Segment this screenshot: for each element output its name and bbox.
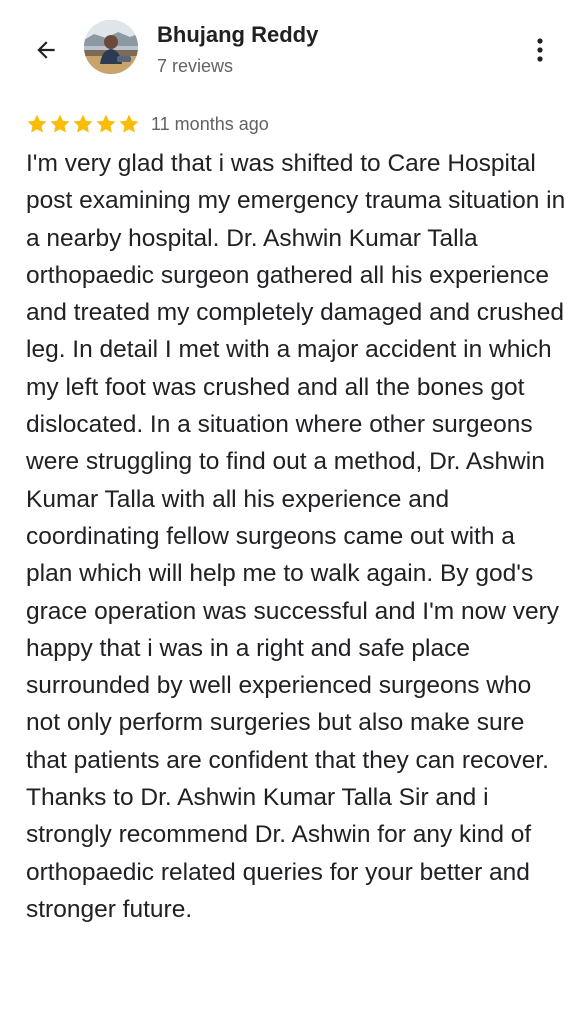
- review-time: 11 months ago: [151, 113, 269, 134]
- star-icon: [27, 114, 47, 133]
- star-rating: [26, 113, 141, 135]
- star-icon: [73, 114, 93, 133]
- reviewer-name[interactable]: Bhujang Reddy: [157, 22, 318, 48]
- reviewer-photo: [84, 20, 138, 74]
- review-text: I'm very glad that i was shifted to Care…: [26, 150, 566, 923]
- rating-row: 11 months ago: [26, 110, 269, 138]
- more-options-button[interactable]: [522, 28, 558, 72]
- reviewer-review-count: 7 reviews: [157, 56, 234, 76]
- star-icon: [50, 114, 70, 133]
- more-vert-icon: [537, 38, 543, 62]
- star-icon: [119, 114, 139, 133]
- review-header: Bhujang Reddy 7 reviews: [0, 0, 577, 100]
- arrow-left-icon: [37, 41, 55, 59]
- back-button[interactable]: [26, 30, 66, 70]
- avatar[interactable]: [84, 20, 138, 74]
- star-icon: [96, 114, 116, 133]
